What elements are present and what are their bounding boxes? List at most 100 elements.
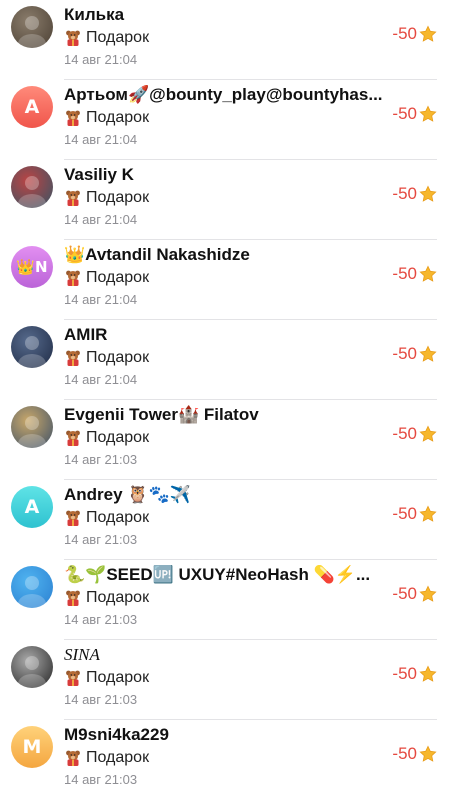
- gift-bear-icon: [64, 589, 82, 607]
- timestamp: 14 авг 21:03: [64, 532, 138, 547]
- star-icon: [419, 105, 437, 123]
- amount: -50: [392, 744, 437, 764]
- star-icon: [419, 745, 437, 763]
- avatar-letter: M: [22, 736, 42, 758]
- gift-label: Подарок: [86, 749, 150, 766]
- gift-line: Подарок: [64, 109, 149, 127]
- amount-value: -50: [392, 664, 417, 683]
- gift-bear-icon: [64, 509, 82, 527]
- sender-name: Andrey 🦉🐾✈️: [64, 485, 191, 504]
- star-icon: [419, 425, 437, 443]
- amount: -50: [392, 184, 437, 204]
- timestamp: 14 авг 21:03: [64, 612, 138, 627]
- sender-name: SINA: [64, 645, 100, 664]
- gift-bear-icon: [64, 109, 82, 127]
- gift-bear-icon: [64, 669, 82, 687]
- amount: -50: [392, 424, 437, 444]
- transaction-row[interactable]: 🐍🌱SEED🆙 UXUY#NeoHash 💊⚡... Подарок 14 авг …: [0, 560, 454, 640]
- transaction-row[interactable]: Evgenii Tower🏰 Filatov Подарок 14 авг 21:0…: [0, 400, 454, 480]
- avatar[interactable]: [11, 166, 53, 208]
- amount-value: -50: [392, 584, 417, 603]
- transaction-list: Килька Подарок 14 авг 21:04 -50 A Артьом🚀@bou…: [0, 0, 454, 800]
- amount-value: -50: [392, 24, 417, 43]
- star-icon: [419, 505, 437, 523]
- amount-value: -50: [392, 344, 417, 363]
- avatar[interactable]: [11, 326, 53, 368]
- star-icon: [419, 265, 437, 283]
- transaction-row[interactable]: A Andrey 🦉🐾✈️ Подарок 14 авг 21:03 -50: [0, 480, 454, 560]
- transaction-row[interactable]: AMIR Подарок 14 авг 21:04 -50: [0, 320, 454, 400]
- avatar[interactable]: A: [11, 86, 53, 128]
- timestamp: 14 авг 21:04: [64, 212, 138, 227]
- timestamp: 14 авг 21:04: [64, 132, 138, 147]
- avatar[interactable]: 👑N: [11, 246, 53, 288]
- avatar-letter: A: [24, 96, 40, 118]
- amount: -50: [392, 584, 437, 604]
- gift-label: Подарок: [86, 349, 150, 366]
- timestamp: 14 авг 21:03: [64, 772, 138, 787]
- transaction-row[interactable]: A Артьом🚀@bounty_play@bountyhas... Подарок…: [0, 80, 454, 160]
- star-icon: [419, 25, 437, 43]
- gift-line: Подарок: [64, 269, 149, 287]
- timestamp: 14 авг 21:03: [64, 692, 138, 707]
- amount-value: -50: [392, 504, 417, 523]
- gift-line: Подарок: [64, 429, 149, 447]
- gift-line: Подарок: [64, 749, 149, 767]
- amount-value: -50: [392, 104, 417, 123]
- gift-bear-icon: [64, 29, 82, 47]
- gift-label: Подарок: [86, 589, 150, 606]
- star-icon: [419, 185, 437, 203]
- avatar[interactable]: [11, 646, 53, 688]
- gift-line: Подарок: [64, 189, 149, 207]
- avatar[interactable]: A: [11, 486, 53, 528]
- star-icon: [419, 585, 437, 603]
- amount-value: -50: [392, 184, 417, 203]
- avatar[interactable]: [11, 566, 53, 608]
- transaction-row[interactable]: M M9sni4ka229 Подарок 14 авг 21:03 -50: [0, 720, 454, 800]
- gift-bear-icon: [64, 429, 82, 447]
- sender-name: 🐍🌱SEED🆙 UXUY#NeoHash 💊⚡...: [64, 565, 371, 584]
- sender-name: Килька: [64, 5, 125, 24]
- transaction-row[interactable]: 👑N 👑Avtandil Nakashidze Подарок 14 авг 21:0…: [0, 240, 454, 320]
- gift-bear-icon: [64, 269, 82, 287]
- avatar[interactable]: M: [11, 726, 53, 768]
- transaction-row[interactable]: Vasiliy K Подарок 14 авг 21:04 -50: [0, 160, 454, 240]
- gift-line: Подарок: [64, 509, 149, 527]
- timestamp: 14 авг 21:04: [64, 292, 138, 307]
- transaction-row[interactable]: SINA Подарок 14 авг 21:03 -50: [0, 640, 454, 720]
- sender-name: Evgenii Tower🏰 Filatov: [64, 405, 259, 424]
- gift-line: Подарок: [64, 589, 149, 607]
- gift-bear-icon: [64, 749, 82, 767]
- gift-label: Подарок: [86, 509, 150, 526]
- gift-label: Подарок: [86, 669, 150, 686]
- gift-line: Подарок: [64, 669, 149, 687]
- gift-label: Подарок: [86, 109, 150, 126]
- timestamp: 14 авг 21:04: [64, 52, 138, 67]
- gift-label: Подарок: [86, 189, 150, 206]
- amount: -50: [392, 24, 437, 44]
- timestamp: 14 авг 21:03: [64, 452, 138, 467]
- sender-name: Артьом🚀@bounty_play@bountyhas...: [64, 85, 383, 104]
- gift-line: Подарок: [64, 29, 149, 47]
- gift-label: Подарок: [86, 429, 150, 446]
- amount-value: -50: [392, 264, 417, 283]
- star-icon: [419, 665, 437, 683]
- amount-value: -50: [392, 424, 417, 443]
- gift-label: Подарок: [86, 269, 150, 286]
- amount: -50: [392, 504, 437, 524]
- sender-name: AMIR: [64, 325, 108, 344]
- timestamp: 14 авг 21:04: [64, 372, 138, 387]
- amount: -50: [392, 104, 437, 124]
- amount: -50: [392, 344, 437, 364]
- avatar-letter: A: [24, 496, 40, 518]
- sender-name: Vasiliy K: [64, 165, 134, 184]
- amount-value: -50: [392, 744, 417, 763]
- gift-label: Подарок: [86, 29, 150, 46]
- gift-bear-icon: [64, 189, 82, 207]
- amount: -50: [392, 664, 437, 684]
- avatar[interactable]: [11, 6, 53, 48]
- transaction-row[interactable]: Килька Подарок 14 авг 21:04 -50: [0, 0, 454, 80]
- amount: -50: [392, 264, 437, 284]
- star-icon: [419, 345, 437, 363]
- avatar[interactable]: [11, 406, 53, 448]
